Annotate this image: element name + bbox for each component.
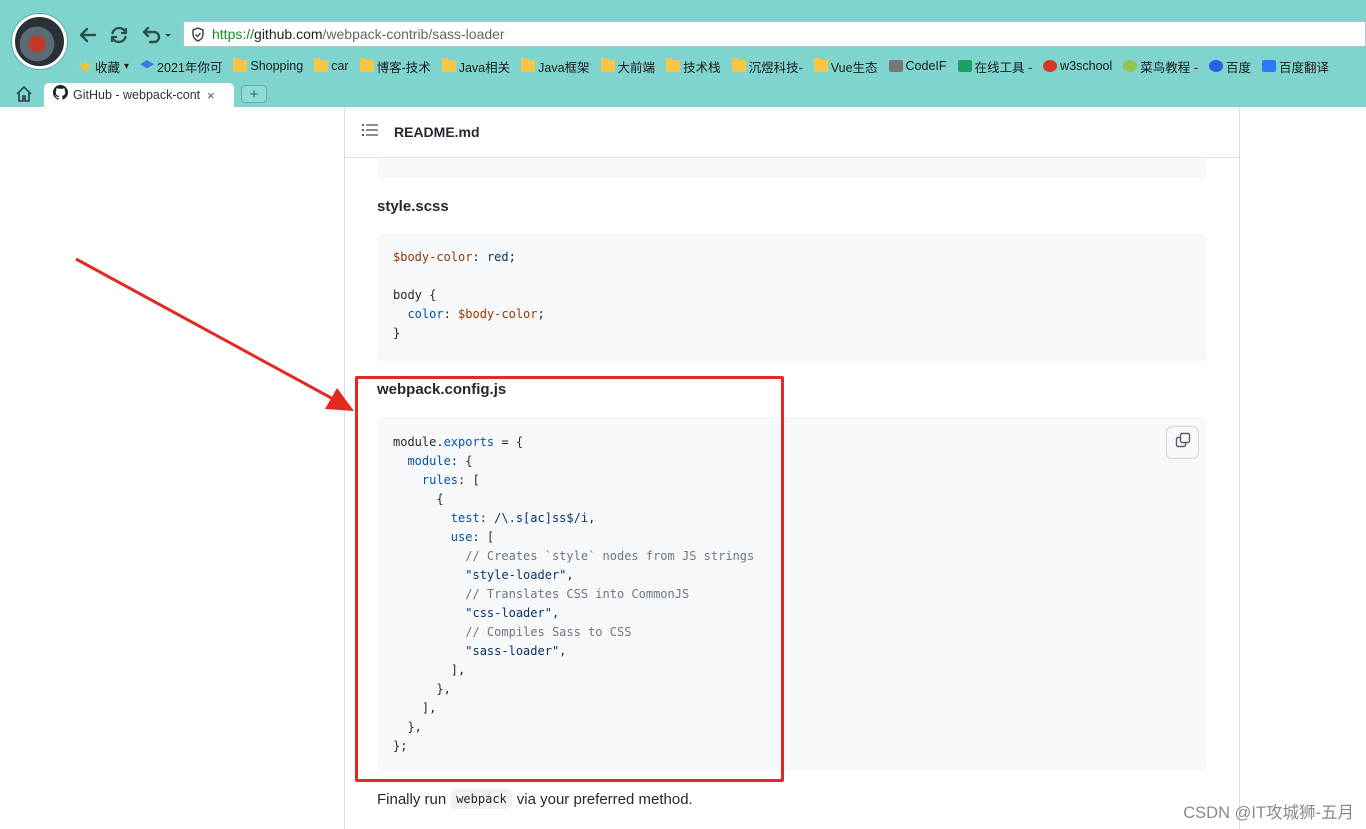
csdn-watermark: CSDN @IT攻城狮-五月: [1183, 804, 1354, 822]
red-arrow-annotation: [75, 257, 354, 411]
